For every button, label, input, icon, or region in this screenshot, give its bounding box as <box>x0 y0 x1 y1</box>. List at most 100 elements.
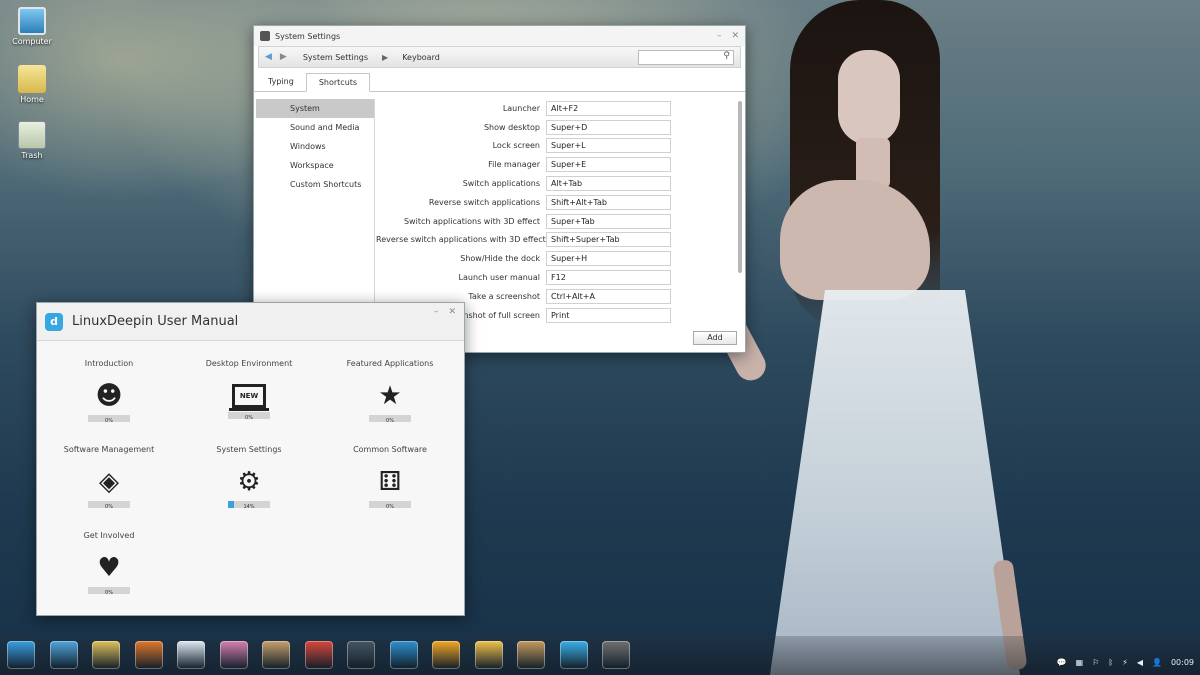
desktop-icon-home[interactable]: Home <box>1 65 63 104</box>
paint-icon[interactable] <box>219 641 248 669</box>
media-icon[interactable] <box>347 641 375 669</box>
shortcut-name: Switch applications with 3D effect <box>403 216 540 226</box>
shortcut-row: Launcher Alt+F2 <box>376 99 736 118</box>
shortcut-key-field[interactable]: Shift+Super+Tab <box>546 232 671 248</box>
minimize-button[interactable]: – <box>434 307 439 317</box>
tab-typing[interactable]: Typing <box>256 73 306 91</box>
shortcut-name: Take a screenshot <box>468 291 540 301</box>
shortcut-row: Launch user manual F12 <box>376 268 736 287</box>
close-button[interactable]: ✕ <box>731 31 739 41</box>
breadcrumb-separator-icon: ▶ <box>382 52 389 62</box>
sidebar-item-custom-shortcuts[interactable]: Custom Shortcuts <box>256 175 374 194</box>
desktop-icon-computer[interactable]: Computer <box>1 7 63 46</box>
taskbar: 💬 ▦ ⚐ ᛒ ⚡ ◀ 👤 00:09 <box>0 636 1200 675</box>
sidebar-item-windows[interactable]: Windows <box>256 137 374 156</box>
user-icon[interactable]: 👤 <box>1152 658 1162 667</box>
progress-fill <box>228 501 234 508</box>
back-arrow-icon[interactable]: ◀ <box>265 52 272 62</box>
shortcut-list: Launcher Alt+F2 Show desktop Super+D Lock sc… <box>376 99 736 331</box>
shortcut-name: Switch applications <box>462 179 540 189</box>
topic-title: Common Software <box>353 445 427 454</box>
progress-label: 0% <box>105 590 113 596</box>
shortcut-row: Switch applications with 3D effect Super+… <box>376 212 736 231</box>
chat-icon[interactable]: 💬 <box>1057 658 1067 667</box>
tab-shortcuts[interactable]: Shortcuts <box>305 73 371 92</box>
dice-icon: ⚅ <box>378 467 402 497</box>
network-icon[interactable]: ▦ <box>1076 658 1084 667</box>
wifi-icon[interactable]: ⚐ <box>1092 658 1099 667</box>
shortcut-row: Lock screen Super+L <box>376 137 736 156</box>
wallpaper-dress <box>770 290 1020 675</box>
shortcut-key-field[interactable]: Ctrl+Alt+A <box>546 288 671 304</box>
manual-titlebar[interactable]: d LinuxDeepin User Manual – ✕ <box>37 303 464 341</box>
sidebar-item-workspace[interactable]: Workspace <box>256 156 374 175</box>
shortcut-row: Switch applications Alt+Tab <box>376 174 736 193</box>
wallpaper-shoulder <box>780 180 930 300</box>
software-center-icon: ◈ <box>99 467 119 497</box>
scrollbar[interactable] <box>738 101 742 273</box>
shortcut-key-field[interactable]: Super+E <box>546 157 671 173</box>
progress-label: 0% <box>386 418 394 424</box>
progress-label: 14% <box>243 504 255 510</box>
topic-card[interactable]: Introduction ☻ 0% <box>59 359 159 424</box>
launcher-icon[interactable] <box>7 641 35 669</box>
system-tray: 💬 ▦ ⚐ ᛒ ⚡ ◀ 👤 00:09 <box>1057 658 1194 667</box>
forward-arrow-icon[interactable]: ▶ <box>280 52 287 62</box>
text-editor-icon[interactable] <box>177 641 205 669</box>
new-monitor-icon: NEW <box>229 384 269 411</box>
topic-card[interactable]: Get Involved ♥ 0% <box>59 531 159 596</box>
deepin-music-icon[interactable] <box>432 641 460 669</box>
sidebar-item-system[interactable]: System <box>256 99 374 118</box>
topic-card[interactable]: System Settings ⚙ 14% <box>199 445 299 510</box>
settings-app-icon[interactable] <box>602 641 630 669</box>
deepin-logo-icon: d <box>45 312 63 331</box>
clock[interactable]: 00:09 <box>1171 658 1194 667</box>
desktop-icon[interactable] <box>49 641 78 669</box>
add-button[interactable]: Add <box>693 331 737 345</box>
desktop-icon-trash[interactable]: Trash <box>1 121 63 160</box>
translator-icon[interactable] <box>474 641 503 669</box>
shortcut-row: Reverse switch applications Shift+Alt+Tab <box>376 193 736 212</box>
search-input[interactable]: ⚲ <box>638 49 734 65</box>
close-button[interactable]: ✕ <box>448 307 456 317</box>
desktop-icon-label: Computer <box>12 37 52 46</box>
topic-card[interactable]: Featured Applications ★ 0% <box>340 359 440 424</box>
bluetooth-icon[interactable]: ᛒ <box>1108 658 1113 667</box>
shortcut-key-field[interactable]: Shift+Alt+Tab <box>546 194 671 210</box>
shortcut-key-field[interactable]: Super+L <box>546 138 671 154</box>
progress-label: 0% <box>105 418 113 424</box>
progress-bar: 0% <box>369 501 411 510</box>
settings-titlebar[interactable]: System Settings – ✕ <box>254 26 745 46</box>
volume-icon[interactable]: ◀ <box>1137 658 1143 667</box>
topic-card[interactable]: Common Software ⚅ 0% <box>340 445 440 510</box>
deepin-talk-icon[interactable] <box>389 641 418 669</box>
progress-label: 0% <box>245 415 253 421</box>
shortcut-name: Launch user manual <box>458 273 540 283</box>
file-manager-icon[interactable] <box>92 641 120 669</box>
shortcut-key-field[interactable]: Super+H <box>546 251 671 267</box>
shortcut-key-field[interactable]: Print <box>546 307 671 323</box>
piano-icon[interactable] <box>262 641 290 669</box>
firefox-icon[interactable] <box>134 641 163 669</box>
system-monitor-icon[interactable] <box>559 641 588 669</box>
face-icon: ☻ <box>95 381 123 411</box>
breadcrumb-system-settings[interactable]: System Settings <box>303 53 368 62</box>
minimize-button[interactable]: – <box>717 31 722 41</box>
shortcut-key-field[interactable]: Super+D <box>546 119 671 135</box>
power-icon[interactable]: ⚡ <box>1122 658 1128 667</box>
topic-card[interactable]: Desktop Environment NEW 0% <box>199 359 299 421</box>
breadcrumb-keyboard[interactable]: Keyboard <box>402 53 440 62</box>
progress-bar: 0% <box>228 412 270 421</box>
music-player-icon[interactable] <box>304 641 333 669</box>
shortcut-key-field[interactable]: F12 <box>546 270 671 286</box>
sidebar-item-sound-and-media[interactable]: Sound and Media <box>256 118 374 137</box>
shortcut-row: Show desktop Super+D <box>376 118 736 137</box>
shortcut-key-field[interactable]: Super+Tab <box>546 213 671 229</box>
shortcut-key-field[interactable]: Alt+Tab <box>546 176 671 192</box>
search-icon: ⚲ <box>723 50 730 61</box>
topic-card[interactable]: Software Management ◈ 0% <box>59 445 159 510</box>
shortcut-key-field[interactable]: Alt+F2 <box>546 100 671 116</box>
installer-icon[interactable] <box>517 641 545 669</box>
progress-bar: 0% <box>369 415 411 424</box>
shortcut-name: Lock screen <box>492 141 540 151</box>
